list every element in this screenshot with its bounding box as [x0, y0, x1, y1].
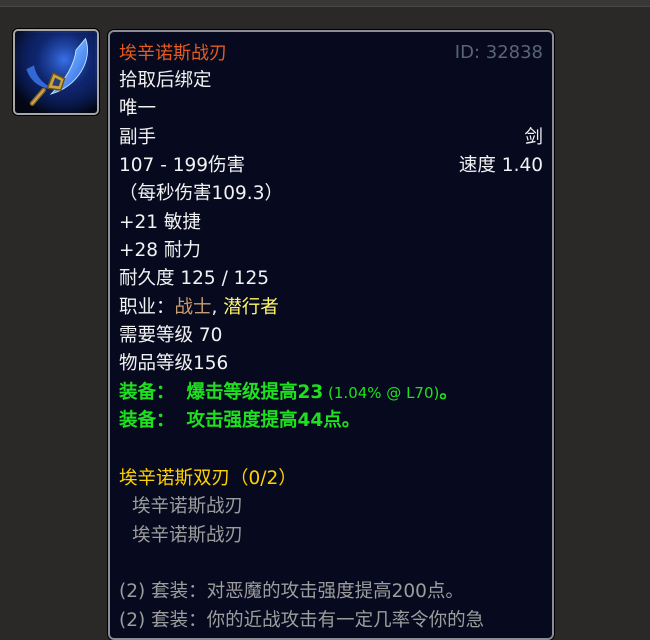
equip-label: 装备： — [119, 382, 175, 403]
equip-label: 装备： — [119, 410, 175, 431]
set-piece[interactable]: 埃辛诺斯战刃 — [132, 523, 243, 549]
set-piece[interactable]: 埃辛诺斯战刃 — [132, 494, 243, 520]
set-bonus: (2) 套装：对恶魔的攻击强度提高200点。 — [119, 581, 464, 602]
equip-effect-ap[interactable]: 装备： 攻击强度提高44点。 — [119, 408, 360, 434]
class-rogue: 潜行者 — [223, 297, 279, 318]
stat-stamina: +28 耐力 — [119, 240, 201, 261]
item-id: ID: 32838 — [454, 42, 543, 63]
glaive-icon[interactable] — [13, 29, 99, 115]
equip-effect-crit[interactable]: 装备： 爆击等级提高23 (1.04% @ L70)。 — [119, 380, 458, 406]
slot-text: 副手 — [119, 127, 157, 148]
equip-text: 爆击等级提高23 — [186, 382, 324, 403]
weapon-type-text: 剑 — [524, 127, 543, 148]
class-label: 职业： — [119, 297, 175, 318]
equip-detail: (1.04% @ L70) — [323, 384, 440, 402]
item-name[interactable]: 埃辛诺斯战刃 — [119, 41, 227, 67]
item-tooltip: 埃辛诺斯战刃 ID: 32838 拾取后绑定 唯一 副手 剑 107 - 199… — [108, 30, 554, 640]
durability-text: 耐久度 125 / 125 — [119, 268, 269, 289]
item-level: 物品等级156 — [119, 353, 229, 374]
required-level: 需要等级 70 — [119, 325, 223, 346]
damage-text: 107 - 199伤害 — [119, 155, 246, 176]
class-requirement: 职业：战士, 潜行者 — [119, 295, 279, 321]
set-title[interactable]: 埃辛诺斯双刃（0/2） — [119, 466, 297, 492]
stat-agility: +21 敏捷 — [119, 212, 201, 233]
class-warrior: 战士 — [174, 297, 212, 318]
dps-text: （每秒伤害109.3） — [119, 183, 283, 204]
equip-suffix: 。 — [439, 382, 458, 403]
equip-text: 攻击强度提高44点。 — [186, 410, 361, 431]
unique-text: 唯一 — [119, 98, 157, 119]
set-bonus: (2) 套装：你的近战攻击有一定几率令你的急 — [119, 610, 485, 631]
speed-text: 速度 1.40 — [458, 155, 543, 176]
binding-text: 拾取后绑定 — [119, 70, 212, 91]
class-separator: , — [211, 297, 224, 318]
top-divider — [0, 0, 650, 7]
